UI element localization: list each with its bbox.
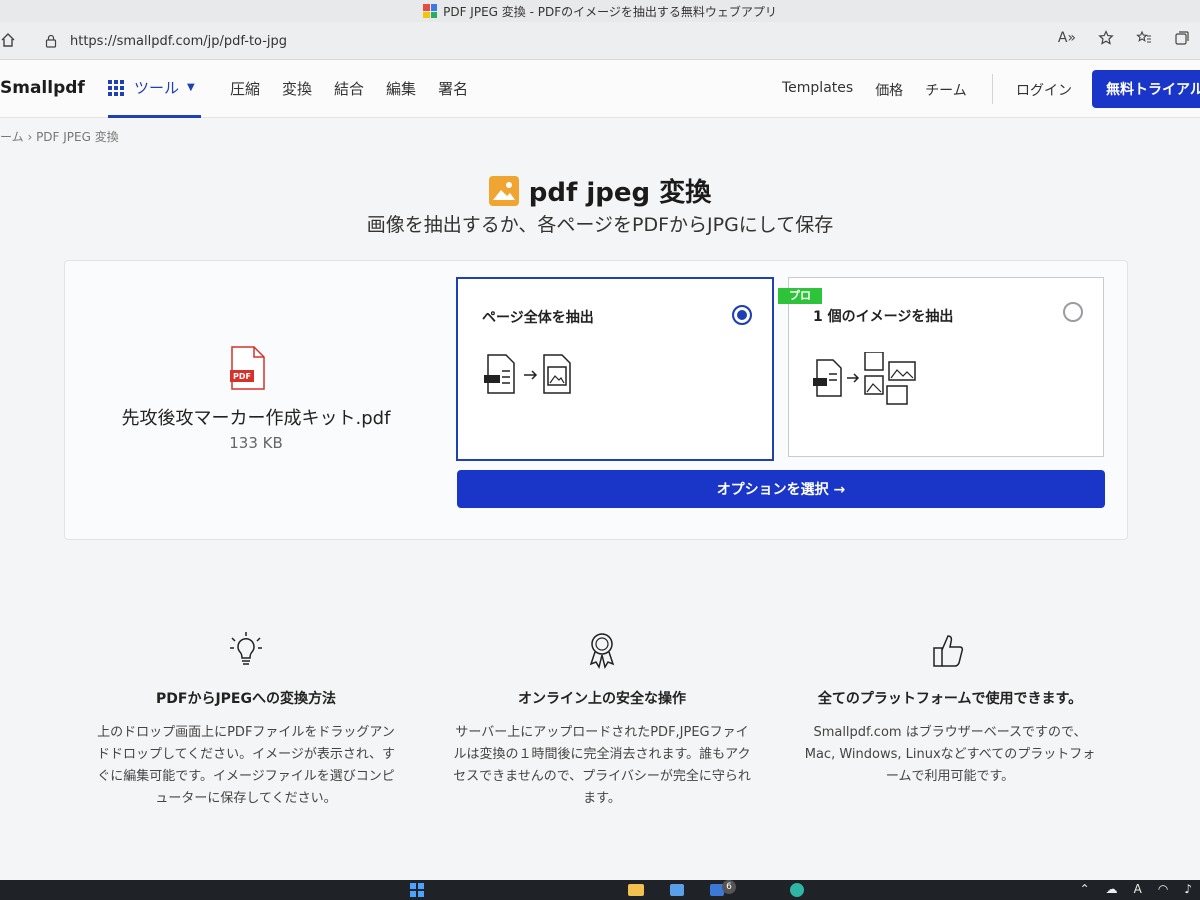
free-trial-button[interactable]: 無料トライアル [1092,70,1200,108]
system-tray: ⌃ ☁ A ◠ ♪ [1080,882,1192,896]
ime-indicator[interactable]: A [1134,882,1142,896]
option-extract-images[interactable]: 1 個のイメージを抽出 [788,277,1104,457]
page-title: pdf jpeg 変換 [0,172,1200,209]
window-titlebar: PDF JPEG 変換 - PDFのイメージを抽出する無料ウェブアプリ [0,0,1200,22]
folder-icon[interactable] [628,884,644,896]
volume-icon[interactable]: ♪ [1184,882,1192,896]
page-title-text: pdf jpeg 変換 [528,178,712,208]
option-label: 1 個のイメージを抽出 [813,309,954,325]
breadcrumb[interactable]: ーム › PDF JPEG 変換 [0,128,119,145]
lightbulb-icon [230,632,262,665]
pdf-to-images-icon [813,352,916,405]
option-extract-pages[interactable]: ページ全体を抽出 [456,277,774,461]
nav-link-team[interactable]: チーム [925,80,967,100]
edge-icon[interactable] [790,883,804,897]
pdf-to-page-icon [484,354,571,394]
address-bar: https://smallpdf.com/jp/pdf-to-jpg A» [0,22,1200,60]
notification-badge: 6 [722,880,736,894]
feature-text: 上のドロップ画面上にPDFファイルをドラッグアンドドロップしてください。イメージ… [96,725,396,806]
nav-link-convert[interactable]: 変換 [282,78,312,99]
collections-icon[interactable] [1174,30,1190,46]
feature-text: Smallpdf.com はブラウザーベースですので、Mac, Windows,… [804,725,1096,784]
cloud-icon[interactable]: ☁ [1106,882,1118,896]
url-text: https://smallpdf.com/jp/pdf-to-jpg [70,33,288,49]
nav-link-edit[interactable]: 編集 [386,78,416,99]
tools-label: ツール [134,79,180,97]
store-icon[interactable] [670,884,684,896]
nav-link-sign[interactable]: 署名 [438,78,468,99]
url-field[interactable]: https://smallpdf.com/jp/pdf-to-jpg [44,27,1054,55]
pdf-file-icon: PDF [230,346,265,390]
home-icon[interactable] [0,32,16,48]
file-name: 先攻後攻マーカー作成キット.pdf [121,408,391,429]
feature-title: 全てのプラットフォームで使用できます。 [817,691,1083,707]
nav-link-compress[interactable]: 圧縮 [230,78,260,99]
feature-text: サーバー上にアップロードされたPDF,JPEGファイルは変換の１時間後に完全消去… [453,725,751,806]
feature-title: オンライン上の安全な操作 [518,691,686,707]
nav-divider [992,74,993,104]
pdf-badge-text: PDF [233,372,251,381]
pro-badge: プロ [778,288,822,304]
nav-link-merge[interactable]: 結合 [334,78,364,99]
select-option-button[interactable]: オプションを選択 → [457,470,1105,508]
favorite-add-icon[interactable] [1098,30,1114,46]
login-link[interactable]: ログイン [1016,80,1072,100]
chevron-up-icon[interactable]: ⌃ [1080,882,1090,896]
award-ribbon-icon [589,633,615,669]
smallpdf-logo[interactable]: Smallpdf [0,78,85,98]
image-icon [488,175,519,206]
grid-icon [108,79,124,96]
window-title: PDF JPEG 変換 - PDFのイメージを抽出する無料ウェブアプリ [443,4,777,19]
wifi-icon[interactable]: ◠ [1158,882,1168,896]
os-taskbar: 6 ⌃ ☁ A ◠ ♪ [0,880,1200,900]
file-size: 133 KB [229,434,283,452]
feature-platforms: 全てのプラットフォームで使用できます。 Smallpdf.com はブラウザーベ… [800,630,1100,788]
nav-right-links: Templates 価格 チーム [782,80,967,100]
site-navbar: Smallpdf ツール ▼ 圧縮 変換 結合 編集 署名 Templates … [0,60,1200,118]
windows-start-icon[interactable] [410,883,424,897]
nav-links: 圧縮 変換 結合 編集 署名 [230,78,468,99]
browser-actions: A» [1058,30,1190,46]
read-aloud-icon[interactable]: A» [1058,30,1076,46]
page-subtitle: 画像を抽出するか、各ページをPDFからJPGにして保存 [366,214,834,236]
file-preview: PDF 先攻後攻マーカー作成キット.pdf 133 KB [64,260,448,540]
feature-how-to: PDFからJPEGへの変換方法 上のドロップ画面上にPDFファイルをドラッグアン… [96,630,396,810]
radio-unselected-icon[interactable] [1063,302,1083,322]
tools-menu[interactable]: ツール ▼ [108,60,201,118]
thumbs-up-icon [933,635,964,667]
lock-icon [45,34,57,48]
favorites-icon[interactable] [1136,30,1152,46]
app-tab-icon [423,4,438,18]
feature-security: オンライン上の安全な操作 サーバー上にアップロードされたPDF,JPEGファイル… [452,630,752,810]
radio-selected-icon[interactable] [732,305,752,325]
feature-title: PDFからJPEGへの変換方法 [156,691,336,707]
caret-down-icon: ▼ [187,82,195,93]
nav-link-templates[interactable]: Templates [782,80,853,100]
nav-link-pricing[interactable]: 価格 [875,80,903,100]
option-label: ページ全体を抽出 [482,310,594,326]
